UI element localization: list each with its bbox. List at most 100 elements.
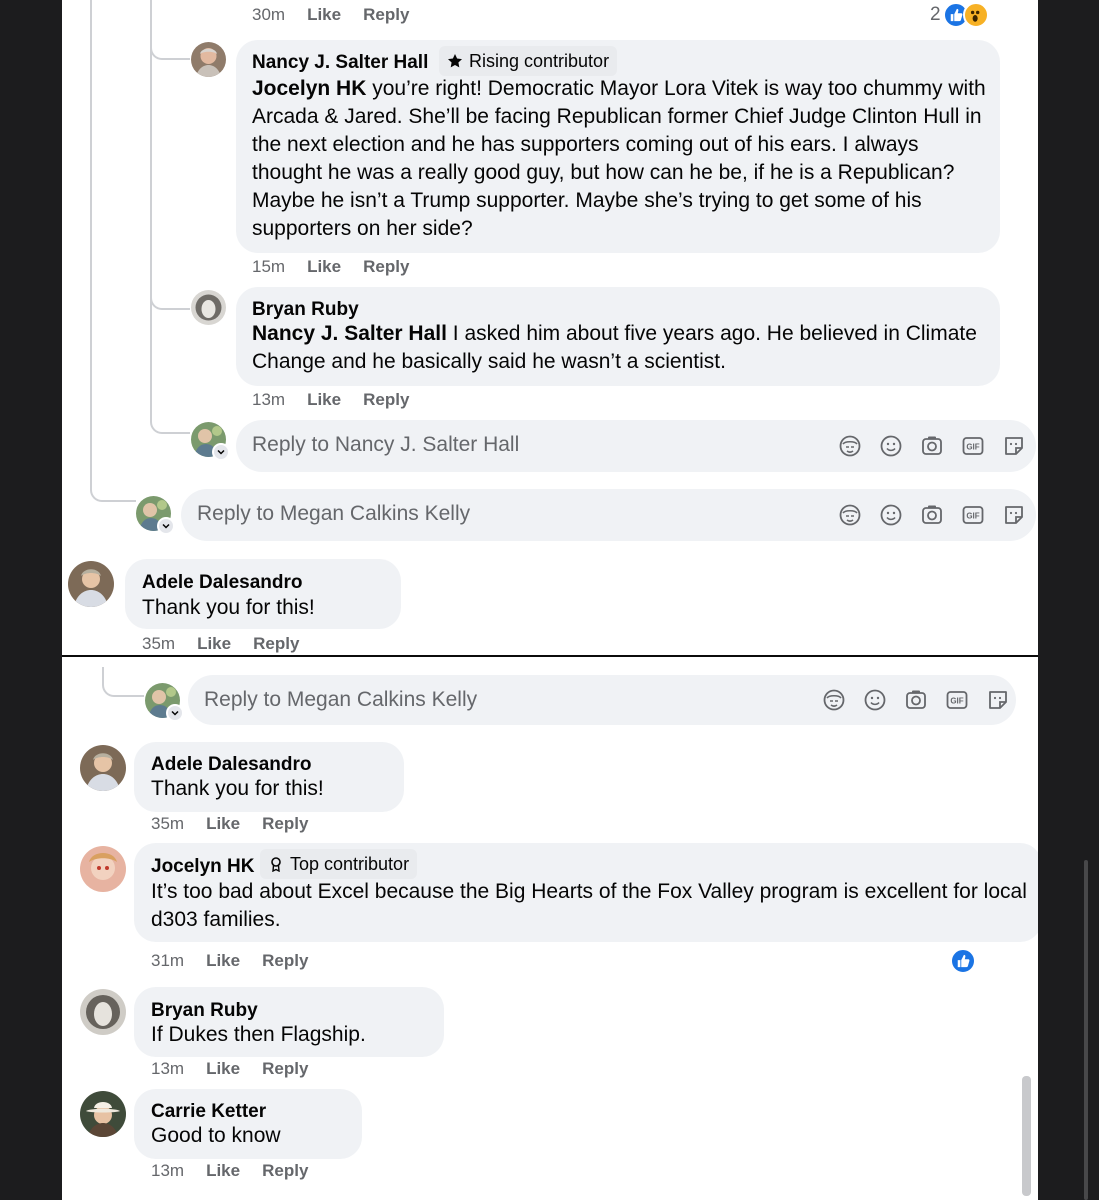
comment-actions: 13m Like Reply [151,1059,308,1079]
thread-curve-outer [90,470,136,502]
reply-input-placeholder: Reply to Nancy J. Salter Hall [252,433,520,456]
avatar-sticker-icon[interactable] [838,434,862,458]
camera-icon[interactable] [920,503,944,527]
camera-icon[interactable] [904,688,928,712]
avatar[interactable] [80,989,126,1035]
comment-body: you’re right! Democratic Mayor Lora Vite… [252,77,986,240]
chevron-down-icon[interactable] [157,517,175,535]
comment-author[interactable]: Jocelyn HK [151,856,254,878]
emoji-icon[interactable] [879,434,903,458]
svg-text:GIF: GIF [950,697,963,706]
reply-button[interactable]: Reply [363,257,409,277]
chevron-down-icon[interactable] [166,704,184,722]
gif-icon[interactable]: GIF [961,503,985,527]
reply-button[interactable]: Reply [262,1161,308,1181]
like-button[interactable]: Like [307,5,341,25]
comment-time: 35m [151,814,185,833]
avatar-sticker-icon[interactable] [822,688,846,712]
avatar[interactable] [80,846,126,892]
screenshot-top-panel: 30m Like Reply 2 Nancy J. Salter Hall Risi… [62,0,1038,655]
comment-author[interactable]: Carrie Ketter [151,1101,266,1123]
comment-time: 35m [142,634,176,653]
sticker-icon[interactable] [986,688,1010,712]
screenshot-bottom-panel: Reply to Megan Calkins Kelly GIF Adele D… [62,657,1038,1200]
mention-link[interactable]: Jocelyn HK [252,77,366,100]
comment-author[interactable]: Bryan Ruby [252,299,359,321]
avatar[interactable] [191,290,226,325]
like-icon [950,948,976,974]
comment-text: If Dukes then Flagship. [151,1023,366,1046]
wow-icon [962,2,989,28]
composer-icons: GIF [838,503,1038,527]
badge-label: Top contributor [290,853,410,874]
comment-text: It’s too bad about Excel because the Big… [151,880,1027,931]
reaction-summary[interactable]: 2 [930,2,989,28]
comment-author[interactable]: Adele Dalesandro [151,754,312,776]
contributor-badge: Rising contributor [439,46,618,76]
thread-line-inner [150,0,152,410]
reply-button[interactable]: Reply [363,5,409,25]
composer-icons: GIF [822,688,1027,712]
contributor-badge: Top contributor [260,849,418,879]
like-button[interactable]: Like [307,390,341,410]
comment-actions: 35m Like Reply [151,814,308,834]
reaction-count: 2 [930,4,941,25]
award-icon [271,857,281,872]
like-button[interactable]: Like [206,951,240,971]
thread-curve [102,667,144,697]
comment-time: 13m [151,1059,185,1078]
gif-icon[interactable]: GIF [945,688,969,712]
sticker-icon[interactable] [1002,503,1026,527]
reply-button[interactable]: Reply [262,951,308,971]
comment-time: 31m [151,951,185,970]
like-button[interactable]: Like [206,1059,240,1079]
reply-button[interactable]: Reply [253,634,299,654]
emoji-icon[interactable] [863,688,887,712]
reply-button[interactable]: Reply [262,814,308,834]
reply-input[interactable]: Reply to Megan Calkins Kelly GIF [188,675,1016,725]
comment-text: Thank you for this! [151,777,324,800]
sticker-icon[interactable] [1002,434,1026,458]
reply-input-placeholder: Reply to Megan Calkins Kelly [204,688,478,711]
like-button[interactable]: Like [307,257,341,277]
star-icon [448,54,462,68]
avatar[interactable] [68,561,114,607]
reply-button[interactable]: Reply [363,390,409,410]
camera-icon[interactable] [920,434,944,458]
scrollbar-thumb[interactable] [1022,1076,1031,1196]
reply-button[interactable]: Reply [262,1059,308,1079]
like-button[interactable]: Like [206,814,240,834]
comment-time: 15m [252,257,286,276]
gif-icon[interactable]: GIF [961,434,985,458]
emoji-icon[interactable] [879,503,903,527]
comment-text: Thank you for this! [142,596,315,619]
badge-label: Rising contributor [469,50,610,71]
thread-curve-inner-1 [150,36,190,60]
avatar[interactable] [191,42,226,77]
comment-author[interactable]: Adele Dalesandro [142,572,303,594]
composer-icons: GIF [838,434,1038,458]
comment-actions: 13m Like Reply [252,390,409,410]
comment-actions: 15m Like Reply [252,257,409,277]
thread-curve-inner-2 [150,286,190,310]
reply-input[interactable]: Reply to Megan Calkins Kelly GIF [181,489,1036,541]
comment-text: Good to know [151,1124,281,1147]
chevron-down-icon[interactable] [212,443,230,461]
comment-text: Jocelyn HK you’re right! Democratic Mayo… [252,75,992,243]
avatar-sticker-icon[interactable] [838,503,862,527]
mention-link[interactable]: Nancy J. Salter Hall [252,322,447,345]
comment-time: 13m [151,1161,185,1180]
comment-author[interactable]: Bryan Ruby [151,1000,258,1022]
svg-text:GIF: GIF [966,512,979,521]
like-button[interactable]: Like [206,1161,240,1181]
avatar[interactable] [80,745,126,791]
like-button[interactable]: Like [197,634,231,654]
reaction-summary[interactable] [950,948,976,974]
avatar[interactable] [80,1091,126,1137]
reply-input[interactable]: Reply to Nancy J. Salter Hall GIF [236,420,1036,472]
comment-actions: 30m Like Reply [252,5,409,25]
comment-actions: 13m Like Reply [151,1161,308,1181]
scrollbar-track[interactable] [1084,860,1088,1200]
comment-author[interactable]: Nancy J. Salter Hall [252,52,428,74]
comment-time: 13m [252,390,286,409]
